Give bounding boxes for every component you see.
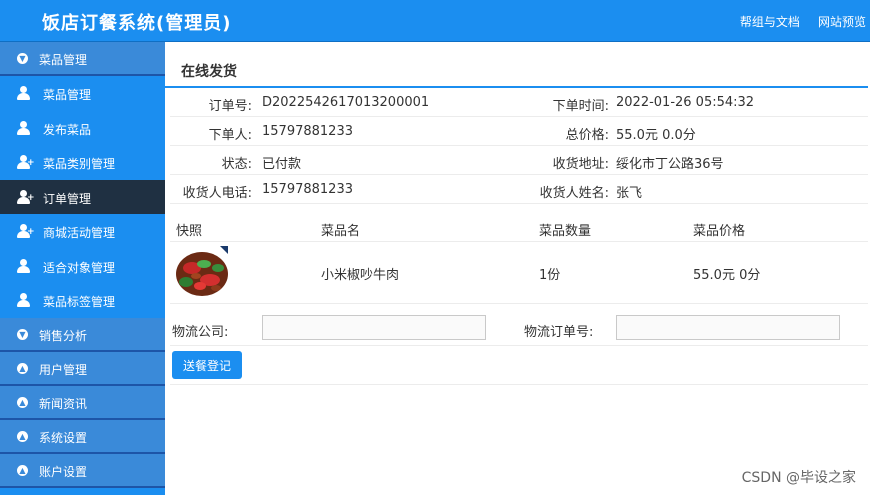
total-value: 55.0元 0.0分 bbox=[616, 128, 696, 143]
sidebar-group-label: 用户管理 bbox=[39, 362, 88, 377]
chevron-down-circle-icon: ▼ bbox=[17, 53, 28, 64]
col-header-price: 菜品价格 bbox=[693, 224, 746, 239]
chevron-up-circle-icon: ▲ bbox=[17, 464, 28, 476]
status-label: 状态: bbox=[221, 157, 252, 172]
user-icon bbox=[17, 86, 31, 100]
order-info-row: 下单人: 15797881233 总价格: 55.0元 0.0分 bbox=[170, 117, 868, 146]
sidebar-item-publish-dish[interactable]: 发布菜品 bbox=[0, 111, 165, 146]
address-label: 收货地址: bbox=[552, 157, 609, 172]
top-bar: 饭店订餐系统(管理员) 帮组与文档 网站预览 bbox=[0, 0, 870, 42]
order-info-row: 订单号: D2022542617013200001 下单时间: 2022-01-… bbox=[170, 88, 868, 117]
col-header-snapshot: 快照 bbox=[176, 224, 203, 239]
sidebar-item-label: 菜品标签管理 bbox=[43, 295, 116, 309]
help-docs-link[interactable]: 帮组与文档 bbox=[740, 15, 800, 29]
main-panel: 在线发货 订单号: D2022542617013200001 下单时间: 202… bbox=[165, 42, 870, 495]
chevron-up-circle-icon: ▲ bbox=[17, 362, 28, 374]
dish-qty-cell: 1份 bbox=[539, 268, 561, 283]
top-links: 帮组与文档 网站预览 bbox=[726, 13, 866, 30]
status-value: 已付款 bbox=[262, 157, 302, 172]
sidebar-item-label: 商城活动管理 bbox=[43, 226, 116, 240]
sidebar-item-dish-management[interactable]: 菜品管理 bbox=[0, 76, 165, 111]
receiver-name-value: 张飞 bbox=[616, 186, 643, 201]
sidebar-item-label: 订单管理 bbox=[43, 191, 92, 206]
delivery-register-button[interactable]: 送餐登记 bbox=[172, 351, 242, 379]
sidebar-group-dish-management[interactable]: ▼ 菜品管理 bbox=[0, 42, 165, 76]
sidebar-item-dish-category[interactable]: + 菜品类别管理 bbox=[0, 145, 165, 180]
receiver-name-label: 收货人姓名: bbox=[539, 186, 609, 201]
order-time-label: 下单时间: bbox=[552, 99, 609, 114]
sidebar-item-label: 适合对象管理 bbox=[43, 260, 116, 275]
watermark: CSDN @毕设之家 bbox=[741, 470, 856, 486]
col-header-dish-name: 菜品名 bbox=[321, 224, 361, 239]
sidebar-group-user-management[interactable]: ▲ 用户管理 bbox=[0, 351, 165, 386]
page-title: 在线发货 bbox=[181, 64, 237, 80]
chevron-down-circle-icon: ▼ bbox=[17, 328, 28, 340]
sidebar-group-label: 菜品管理 bbox=[39, 53, 88, 67]
app-title: 饭店订餐系统(管理员) bbox=[42, 13, 232, 34]
site-preview-link[interactable]: 网站预览 bbox=[818, 15, 866, 29]
sidebar-item-mall-activity[interactable]: + 商城活动管理 bbox=[0, 214, 165, 249]
tracking-number-label: 物流订单号: bbox=[524, 325, 594, 340]
sidebar: ▼ 菜品管理 菜品管理 发布菜品 + 菜品类别管理 + 订单管理 + 商城活动管… bbox=[0, 42, 165, 495]
user-add-icon: + bbox=[17, 155, 35, 169]
order-no-value: D2022542617013200001 bbox=[262, 95, 430, 110]
sidebar-group-label: 新闻资讯 bbox=[39, 396, 88, 411]
user-add-icon: + bbox=[17, 224, 35, 238]
total-label: 总价格: bbox=[565, 128, 609, 143]
order-info-row: 收货人电话: 15797881233 收货人姓名: 张飞 bbox=[170, 175, 868, 204]
col-header-quantity: 菜品数量 bbox=[539, 224, 592, 239]
sidebar-group-label: 销售分析 bbox=[39, 328, 88, 343]
order-time-value: 2022-01-26 05:54:32 bbox=[616, 95, 755, 110]
divider bbox=[170, 345, 868, 346]
sidebar-item-order-management[interactable]: + 订单管理 bbox=[0, 179, 165, 214]
user-icon bbox=[17, 120, 31, 135]
sidebar-item-target-audience[interactable]: 适合对象管理 bbox=[0, 249, 165, 284]
sidebar-item-label: 发布菜品 bbox=[43, 122, 92, 137]
sidebar-group-system-settings[interactable]: ▲ 系统设置 bbox=[0, 419, 165, 454]
receiver-phone-value: 15797881233 bbox=[262, 182, 353, 197]
sidebar-item-dish-tags[interactable]: 菜品标签管理 bbox=[0, 283, 165, 318]
user-add-icon: + bbox=[17, 189, 35, 204]
divider bbox=[170, 384, 868, 385]
sidebar-item-label: 菜品管理 bbox=[43, 88, 92, 102]
user-icon bbox=[17, 293, 31, 307]
sidebar-group-label: 系统设置 bbox=[39, 430, 88, 445]
chevron-up-circle-icon: ▲ bbox=[17, 430, 28, 442]
dish-name-cell: 小米椒吵牛肉 bbox=[321, 268, 400, 283]
user-icon bbox=[17, 258, 31, 273]
chevron-up-circle-icon: ▲ bbox=[17, 396, 28, 408]
sidebar-group-account-settings[interactable]: ▲ 账户设置 bbox=[0, 453, 165, 488]
sidebar-group-label: 账户设置 bbox=[39, 464, 88, 479]
dish-price-cell: 55.0元 0分 bbox=[693, 268, 761, 283]
logistics-company-input[interactable] bbox=[262, 315, 486, 340]
tracking-number-input[interactable] bbox=[616, 315, 840, 340]
table-row: 小米椒吵牛肉 1份 55.0元 0分 bbox=[170, 241, 868, 304]
buyer-value: 15797881233 bbox=[262, 124, 353, 139]
receiver-phone-label: 收货人电话: bbox=[182, 186, 252, 201]
order-info-row: 状态: 已付款 收货地址: 绥化市丁公路36号 bbox=[170, 146, 868, 175]
dish-snapshot-image bbox=[176, 246, 228, 298]
address-value: 绥化市丁公路36号 bbox=[616, 157, 724, 172]
logistics-company-label: 物流公司: bbox=[172, 325, 229, 340]
order-no-label: 订单号: bbox=[208, 99, 252, 114]
sidebar-group-sales-analysis[interactable]: ▼ 销售分析 bbox=[0, 317, 165, 352]
buyer-label: 下单人: bbox=[208, 128, 252, 143]
sidebar-item-label: 菜品类别管理 bbox=[43, 157, 116, 171]
sidebar-group-news[interactable]: ▲ 新闻资讯 bbox=[0, 385, 165, 420]
